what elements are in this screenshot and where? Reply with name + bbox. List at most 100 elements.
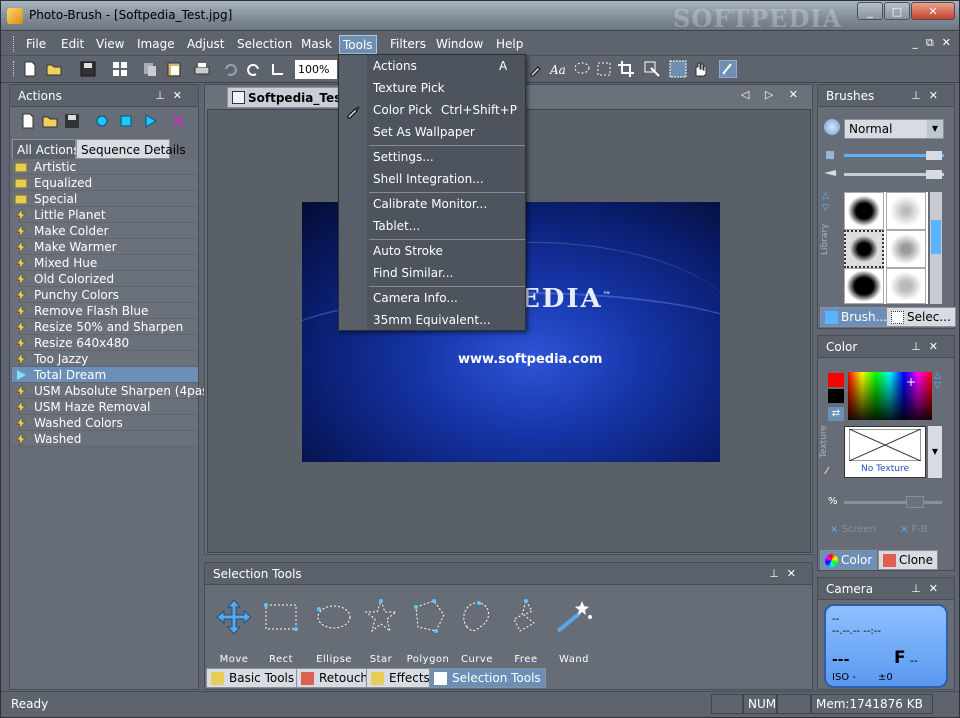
tab-clone[interactable]: Clone (878, 550, 939, 570)
delete-action-icon[interactable] (170, 113, 186, 129)
action-item[interactable]: USM Haze Removal (12, 399, 198, 415)
close-icon[interactable]: ✕ (173, 89, 190, 102)
document-nav[interactable]: ◁ ▷ ✕ (741, 88, 804, 101)
undo-icon[interactable] (221, 60, 239, 78)
menu-image[interactable]: Image (134, 35, 178, 54)
pin-icon[interactable]: ⊥ (911, 89, 929, 102)
menu-selection[interactable]: Selection (234, 35, 295, 54)
tool-ellipse[interactable]: Ellipse (311, 597, 357, 665)
save-action-icon[interactable] (64, 113, 80, 129)
background-color-swatch[interactable] (828, 389, 844, 403)
menubar-grip[interactable] (13, 36, 16, 52)
brush-tip[interactable] (886, 192, 926, 230)
mdi-minimize-button[interactable]: _ (912, 36, 918, 50)
menu-filters[interactable]: Filters (387, 35, 429, 54)
close-icon[interactable]: ✕ (787, 567, 804, 580)
tool-polygon[interactable]: Polygon (405, 597, 451, 665)
color-up-icon[interactable]: △ (934, 371, 941, 381)
size-slider-handle[interactable] (926, 151, 942, 160)
menu-edit[interactable]: Edit (58, 35, 87, 54)
tab-all-actions[interactable]: All Actions (12, 139, 80, 159)
library-up-icon[interactable]: △ (822, 191, 829, 201)
stop-icon[interactable] (118, 113, 134, 129)
tab-effects[interactable]: Effects (366, 668, 435, 688)
pin-icon[interactable]: ⊥ (911, 340, 929, 353)
menu-item-color-pick[interactable]: Color Pick Ctrl+Shift+P (340, 100, 524, 121)
brush-tip[interactable] (844, 192, 884, 230)
menu-window[interactable]: Window (433, 35, 486, 54)
text-tool-icon[interactable]: Aa (549, 60, 567, 78)
lasso-icon[interactable] (573, 60, 591, 78)
tool-free[interactable]: Free (503, 597, 549, 665)
action-item[interactable]: Remove Flash Blue (12, 303, 198, 319)
percent-slider-handle[interactable] (906, 496, 924, 508)
mdi-restore-button[interactable]: ⧉ (926, 36, 934, 50)
tab-selection-tools[interactable]: Selection Tools (429, 668, 546, 688)
menu-item-tablet[interactable]: Tablet... (340, 216, 524, 237)
action-item[interactable]: Little Planet (12, 207, 198, 223)
blend-mode-select[interactable]: Normal ▼ (844, 119, 944, 139)
action-item[interactable]: Total Dream (12, 367, 198, 383)
menu-item-35mm-equivalent[interactable]: 35mm Equivalent... (340, 310, 524, 331)
resize-icon[interactable] (643, 60, 661, 78)
hand-icon[interactable] (691, 60, 709, 78)
action-item[interactable]: Resize 640x480 (12, 335, 198, 351)
tool-star[interactable]: Star (358, 597, 404, 665)
library-down-icon[interactable]: ▽ (822, 203, 829, 213)
color-spectrum-picker[interactable]: + (848, 372, 932, 420)
pin-icon[interactable]: ⊥ (155, 89, 173, 102)
menu-item-shell-integration[interactable]: Shell Integration... (340, 169, 524, 190)
close-icon[interactable]: ✕ (929, 340, 946, 353)
grid-view-icon[interactable] (111, 60, 129, 78)
menu-view[interactable]: View (93, 35, 127, 54)
brush-tip[interactable] (886, 230, 926, 268)
foreground-color-swatch[interactable] (828, 373, 844, 387)
menu-help[interactable]: Help (493, 35, 526, 54)
save-icon[interactable] (79, 60, 97, 78)
color-down-icon[interactable]: ▽ (934, 381, 941, 391)
pin-icon[interactable]: ⊥ (911, 582, 929, 595)
menu-item-find-similar[interactable]: Find Similar... (340, 263, 524, 284)
menu-item-auto-stroke[interactable]: Auto Stroke (340, 241, 524, 262)
menu-item-settings[interactable]: Settings... (340, 147, 524, 168)
tool-rect[interactable]: Rect (258, 597, 304, 665)
brush-tip[interactable] (886, 268, 926, 304)
action-item[interactable]: Resize 50% and Sharpen (12, 319, 198, 335)
menu-file[interactable]: File (23, 35, 49, 54)
action-item[interactable]: Make Warmer (12, 239, 198, 255)
zoom-input[interactable]: 100% (295, 60, 337, 79)
action-item[interactable]: Washed Colors (12, 415, 198, 431)
close-icon[interactable]: ✕ (929, 582, 946, 595)
texture-preview[interactable]: No Texture (844, 426, 926, 478)
action-item[interactable]: Washed (12, 431, 198, 447)
action-item[interactable]: Mixed Hue (12, 255, 198, 271)
menu-item-camera-info[interactable]: Camera Info... (340, 288, 524, 309)
open-folder-icon[interactable] (45, 60, 63, 78)
minimize-button[interactable]: _ (857, 2, 883, 20)
new-file-icon[interactable] (21, 60, 39, 78)
crop-icon[interactable] (617, 60, 635, 78)
brush-tip-selected[interactable] (844, 230, 884, 268)
mdi-close-button[interactable]: ✕ (942, 36, 951, 50)
auto-actions-icon[interactable] (719, 60, 737, 78)
action-item[interactable]: USM Absolute Sharpen (4pass) (12, 383, 219, 399)
tab-brush[interactable]: Brush... (820, 307, 893, 327)
action-item[interactable]: Punchy Colors (12, 287, 198, 303)
menu-item-set-as-wallpaper[interactable]: Set As Wallpaper (340, 122, 524, 143)
swap-colors-icon[interactable]: ⇄ (828, 407, 844, 421)
maximize-button[interactable]: □ (884, 2, 910, 20)
action-folder[interactable]: Special (12, 191, 198, 207)
tool-curve[interactable]: Curve (454, 597, 500, 665)
texture-dropdown[interactable]: ▼ (928, 426, 942, 478)
tool-wand[interactable]: Wand (551, 597, 597, 665)
pin-icon[interactable]: ⊥ (769, 567, 787, 580)
open-action-icon[interactable] (42, 113, 58, 129)
tool-move[interactable]: Move (211, 597, 257, 665)
percent-slider[interactable] (844, 501, 942, 504)
tab-retouch[interactable]: Retouch (296, 668, 374, 688)
redo-icon[interactable] (245, 60, 263, 78)
record-icon[interactable] (94, 113, 110, 129)
fit-screen-icon[interactable] (669, 60, 687, 78)
opacity-slider-handle[interactable] (926, 170, 942, 179)
menu-item-actions[interactable]: Actions A (340, 56, 524, 77)
